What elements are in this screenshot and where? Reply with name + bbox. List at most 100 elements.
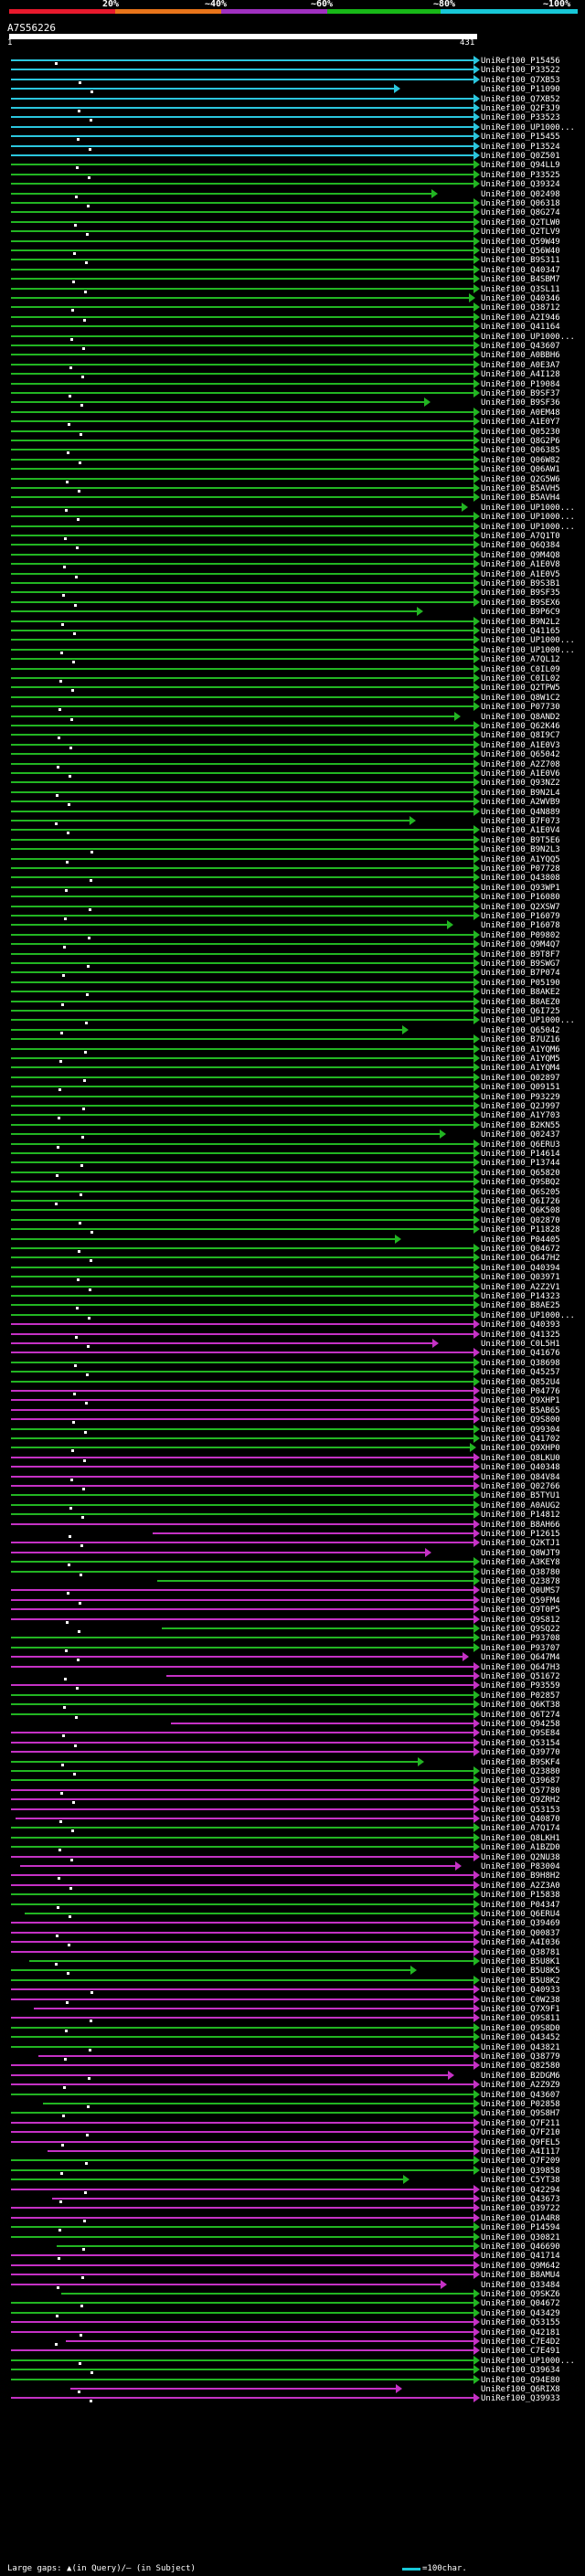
hit-label[interactable]: UniRef100_Q9ZRH2 [481, 1796, 560, 1805]
hit-label[interactable]: UniRef100_Q43808 [481, 874, 560, 883]
hit-label[interactable]: UniRef100_Q7F209 [481, 2157, 560, 2166]
hit-label[interactable]: UniRef100_B9N2L3 [481, 845, 560, 854]
hit-label[interactable]: UniRef100_Q647H2 [481, 1254, 560, 1263]
hit-label[interactable]: UniRef100_Q59W49 [481, 238, 560, 247]
hit-label[interactable]: UniRef100_A7Q174 [481, 1824, 560, 1833]
hit-label[interactable]: UniRef100_P15456 [481, 57, 560, 66]
hit-label[interactable]: UniRef100_Q9S8D0 [481, 2024, 560, 2033]
hit-label[interactable]: UniRef100_Q7XB52 [481, 95, 560, 104]
hit-label[interactable]: UniRef100_A0AUG2 [481, 1501, 560, 1511]
hit-label[interactable]: UniRef100_Q1A4R8 [481, 2214, 560, 2223]
hit-label[interactable]: UniRef100_UP1000... [481, 523, 575, 532]
hit-label[interactable]: UniRef100_Q9FEL5 [481, 2138, 560, 2147]
hit-label[interactable]: UniRef100_Q40394 [481, 1264, 560, 1273]
hit-label[interactable]: UniRef100_Q2NU38 [481, 1853, 560, 1862]
hit-label[interactable]: UniRef100_P14594 [481, 2223, 560, 2232]
hit-label[interactable]: UniRef100_P16078 [481, 921, 560, 930]
hit-label[interactable]: UniRef100_Q6T274 [481, 1711, 560, 1720]
hit-label[interactable]: UniRef100_Q38780 [481, 1568, 560, 1577]
hit-label[interactable]: UniRef100_UP1000... [481, 1311, 575, 1320]
hit-label[interactable]: UniRef100_B9N2L4 [481, 789, 560, 798]
hit-label[interactable]: UniRef100_P12615 [481, 1530, 560, 1539]
hit-label[interactable]: UniRef100_Q94LL9 [481, 161, 560, 170]
hit-label[interactable]: UniRef100_B5U8K2 [481, 1977, 560, 1986]
hit-label[interactable]: UniRef100_P02858 [481, 2100, 560, 2109]
hit-label[interactable]: UniRef100_Q9S812 [481, 1616, 560, 1625]
hit-label[interactable]: UniRef100_Q6RIX8 [481, 2385, 560, 2394]
hit-label[interactable]: UniRef100_Q53153 [481, 1806, 560, 1815]
hit-label[interactable]: UniRef100_Q39687 [481, 1776, 560, 1786]
hit-label[interactable]: UniRef100_Q9M4Q7 [481, 940, 560, 949]
hit-label[interactable]: UniRef100_A1YQQ5 [481, 855, 560, 864]
hit-label[interactable]: UniRef100_Q41164 [481, 323, 560, 332]
hit-label[interactable]: UniRef100_Q05230 [481, 428, 560, 437]
hit-label[interactable]: UniRef100_A1YQM4 [481, 1064, 560, 1073]
hit-label[interactable]: UniRef100_B5TYU1 [481, 1491, 560, 1500]
hit-label[interactable]: UniRef100_Q40393 [481, 1320, 560, 1330]
hit-label[interactable]: UniRef100_P83004 [481, 1862, 560, 1871]
hit-label[interactable]: UniRef100_Q8G2P6 [481, 437, 560, 446]
hit-label[interactable]: UniRef100_Q41325 [481, 1330, 560, 1340]
hit-label[interactable]: UniRef100_Q9M4Q8 [481, 551, 560, 560]
hit-label[interactable]: UniRef100_P04347 [481, 1901, 560, 1910]
hit-label[interactable]: UniRef100_Q62K46 [481, 722, 560, 731]
hit-label[interactable]: UniRef100_P93707 [481, 1644, 560, 1653]
hit-label[interactable]: UniRef100_Q43452 [481, 2033, 560, 2042]
hit-label[interactable]: UniRef100_Q65042 [481, 750, 560, 759]
hit-label[interactable]: UniRef100_Q06385 [481, 446, 560, 455]
hit-label[interactable]: UniRef100_Q6K508 [481, 1206, 560, 1215]
hit-label[interactable]: UniRef100_P11090 [481, 85, 560, 94]
hit-label[interactable]: UniRef100_UP1000... [481, 504, 575, 513]
hit-label[interactable]: UniRef100_Q02766 [481, 1482, 560, 1491]
hit-label[interactable]: UniRef100_UP1000... [481, 646, 575, 655]
hit-label[interactable]: UniRef100_P04776 [481, 1387, 560, 1396]
hit-label[interactable]: UniRef100_B9SEX6 [481, 599, 560, 608]
hit-label[interactable]: UniRef100_Q65820 [481, 1169, 560, 1178]
hit-label[interactable]: UniRef100_Q39469 [481, 1919, 560, 1928]
hit-label[interactable]: UniRef100_Q9SBQ2 [481, 1178, 560, 1187]
hit-label[interactable]: UniRef100_Q93NZ2 [481, 779, 560, 788]
hit-label[interactable]: UniRef100_B9S3B1 [481, 579, 560, 588]
hit-label[interactable]: UniRef100_Q39634 [481, 2366, 560, 2375]
hit-label[interactable]: UniRef100_A4I117 [481, 2147, 560, 2157]
hit-label[interactable]: UniRef100_Q40933 [481, 1986, 560, 1995]
hit-label[interactable]: UniRef100_Q647H3 [481, 1663, 560, 1672]
hit-label[interactable]: UniRef100_Q2XSW7 [481, 903, 560, 912]
hit-label[interactable]: UniRef100_Q46690 [481, 2242, 560, 2252]
hit-label[interactable]: UniRef100_B9P6C9 [481, 608, 560, 617]
hit-label[interactable]: UniRef100_Q04672 [481, 1245, 560, 1254]
hit-label[interactable]: UniRef100_Q3SL11 [481, 285, 560, 294]
hit-label[interactable]: UniRef100_Q647M4 [481, 1653, 560, 1662]
hit-label[interactable]: UniRef100_P13744 [481, 1159, 560, 1168]
hit-label[interactable]: UniRef100_Q40348 [481, 1463, 560, 1472]
hit-label[interactable]: UniRef100_C0L5H1 [481, 1340, 560, 1349]
hit-label[interactable]: UniRef100_A2I946 [481, 313, 560, 323]
hit-label[interactable]: UniRef100_Q06318 [481, 199, 560, 208]
hit-label[interactable]: UniRef100_B5AB65 [481, 1406, 560, 1415]
hit-label[interactable]: UniRef100_Q8I9C7 [481, 731, 560, 740]
hit-label[interactable]: UniRef100_P16079 [481, 912, 560, 921]
hit-label[interactable]: UniRef100_P14323 [481, 1292, 560, 1301]
hit-label[interactable]: UniRef100_UP1000... [481, 2357, 575, 2366]
hit-label[interactable]: UniRef100_Q38781 [481, 1948, 560, 1957]
hit-label[interactable]: UniRef100_A2WVB9 [481, 798, 560, 807]
hit-label[interactable]: UniRef100_B8AE25 [481, 1301, 560, 1310]
hit-label[interactable]: UniRef100_A1E0V6 [481, 769, 560, 779]
hit-label[interactable]: UniRef100_Q53154 [481, 1739, 560, 1748]
hit-label[interactable]: UniRef100_Q53155 [481, 2318, 560, 2327]
hit-label[interactable]: UniRef100_Q7F211 [481, 2119, 560, 2128]
hit-label[interactable]: UniRef100_A2Z2V1 [481, 1283, 560, 1292]
hit-label[interactable]: UniRef100_UP1000... [481, 513, 575, 522]
hit-label[interactable]: UniRef100_B9SF36 [481, 398, 560, 408]
hit-label[interactable]: UniRef100_Q6I726 [481, 1197, 560, 1206]
hit-label[interactable]: UniRef100_P93708 [481, 1634, 560, 1643]
hit-label[interactable]: UniRef100_P11828 [481, 1225, 560, 1235]
hit-label[interactable]: UniRef100_A2Z9Z9 [481, 2081, 560, 2090]
hit-label[interactable]: UniRef100_P14614 [481, 1150, 560, 1159]
hit-label[interactable]: UniRef100_Q6S205 [481, 1188, 560, 1197]
hit-label[interactable]: UniRef100_Q41714 [481, 2252, 560, 2261]
hit-label[interactable]: UniRef100_Q23878 [481, 1577, 560, 1586]
hit-label[interactable]: UniRef100_A1E0V4 [481, 826, 560, 835]
hit-label[interactable]: UniRef100_B9N2L2 [481, 618, 560, 627]
hit-label[interactable]: UniRef100_P05190 [481, 979, 560, 988]
